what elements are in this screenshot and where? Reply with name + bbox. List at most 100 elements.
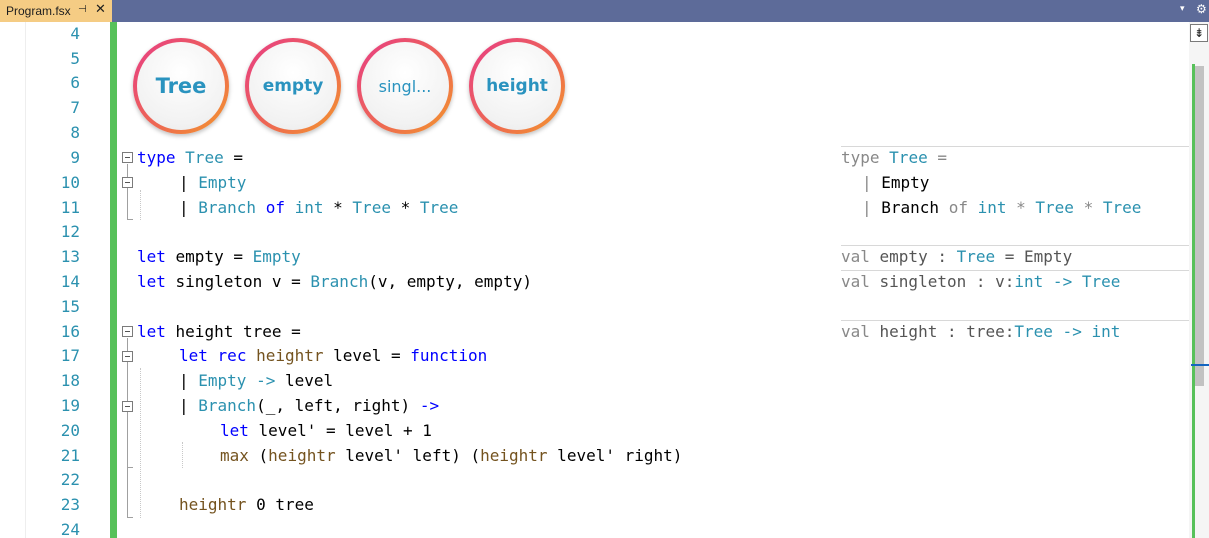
function-name: max	[220, 446, 249, 465]
code-text: (_, left, right)	[256, 396, 420, 415]
signature-type: int	[1091, 322, 1121, 341]
signature-case-name: Branch	[881, 198, 940, 217]
fold-toggle-union[interactable]	[122, 177, 133, 188]
signature-case-branch: | Branch of int * Tree * Tree	[862, 198, 1141, 218]
type-name: Empty	[198, 173, 247, 192]
indent-guide	[182, 442, 183, 468]
line-number: 22	[60, 470, 80, 489]
badge-label: singl...	[378, 76, 432, 96]
badge-empty[interactable]: empty	[245, 38, 341, 134]
fold-guide-end	[127, 517, 133, 518]
tab-title: Program.fsx	[6, 4, 71, 18]
code-line-9[interactable]: type Tree =	[137, 148, 243, 168]
signature-val-empty: val empty : Tree = Empty	[841, 247, 1072, 267]
line-number: 11	[60, 198, 80, 217]
signature-text: |	[862, 173, 882, 192]
signature-val-singleton: val singleton : v:int -> Tree	[841, 272, 1120, 292]
signature-type: Tree	[889, 148, 928, 167]
type-name: int	[294, 198, 324, 217]
badge-label: empty	[262, 76, 324, 96]
pin-icon[interactable]: ⊣	[78, 4, 87, 15]
signature-text: empty :	[879, 247, 957, 266]
line-number: 8	[70, 123, 80, 142]
code-text: (v, empty, empty)	[368, 272, 532, 291]
type-name: Tree	[352, 198, 391, 217]
type-name: Branch	[310, 272, 369, 291]
signature-val-height: val height : tree:Tree -> int	[841, 322, 1120, 342]
badge-tree[interactable]: Tree	[133, 38, 229, 134]
glyph-margin	[0, 22, 26, 538]
indent-guide	[140, 368, 141, 518]
code-line-23[interactable]: heightr 0 tree	[179, 495, 314, 515]
function-name: heightr	[480, 446, 548, 465]
signature-type: Tree	[956, 247, 996, 266]
signature-text: val	[841, 272, 880, 291]
code-text: (	[248, 446, 269, 465]
keyword: rec	[217, 346, 247, 365]
fold-guide-end	[127, 467, 133, 468]
settings-gear-icon[interactable]: ⚙	[1196, 2, 1207, 16]
signature-type: Tree	[1035, 198, 1074, 217]
keyword: of	[265, 198, 285, 217]
type-name: Empty	[252, 247, 301, 266]
signature-type: Tree	[1014, 322, 1053, 341]
keyword: function	[410, 346, 488, 365]
type-name: Branch	[198, 198, 257, 217]
badge-singleton[interactable]: singl...	[357, 38, 453, 134]
fold-toggle-type-tree[interactable]	[122, 152, 133, 163]
code-text: *	[323, 198, 353, 217]
signature-text: val	[841, 247, 880, 266]
signature-text: ->	[1052, 322, 1092, 341]
close-icon[interactable]: ✕	[95, 2, 106, 17]
signature-text: Empty	[1024, 247, 1073, 266]
code-line-19[interactable]: | Branch(_, left, right) ->	[179, 396, 439, 416]
fold-toggle-let-height[interactable]	[122, 326, 133, 337]
signature-separator	[841, 270, 1189, 271]
indent-guide	[140, 190, 141, 220]
function-name: heightr	[179, 495, 247, 514]
code-line-11[interactable]: | Branch of int * Tree * Tree	[179, 198, 458, 218]
line-number: 13	[60, 247, 80, 266]
code-text: level =	[323, 346, 411, 365]
change-tracking-bar	[110, 22, 117, 538]
code-line-10[interactable]: | Empty	[179, 173, 246, 193]
tab-program-fsx[interactable]: Program.fsx ⊣ ✕	[0, 0, 112, 22]
fold-guide-end	[127, 219, 133, 220]
signature-type: int	[977, 198, 1007, 217]
code-editor[interactable]: 4 5 6 7 8 9 10 11 12 13 14 15 16 17 18 1…	[0, 22, 1209, 538]
code-line-21[interactable]: max (heightr level' left) (heightr level…	[220, 446, 682, 466]
signature-type-tree: type Tree =	[841, 148, 947, 168]
tab-dropdown-icon[interactable]: ▾	[1180, 4, 1185, 14]
signature-case-empty: | Empty	[862, 173, 929, 193]
code-text: level' right)	[547, 446, 683, 465]
split-editor-icon[interactable]: ⇟	[1190, 24, 1208, 42]
fold-toggle-branch-case[interactable]	[122, 401, 133, 412]
line-number: 17	[60, 346, 80, 365]
line-number: 18	[60, 371, 80, 390]
code-line-16[interactable]: let height tree =	[137, 322, 301, 342]
line-number: 24	[60, 520, 80, 538]
code-text: height tree =	[165, 322, 301, 341]
type-name: Branch	[198, 396, 257, 415]
code-text: singleton v =	[165, 272, 311, 291]
signature-text: singleton : v:	[879, 272, 1015, 291]
signature-text: val	[841, 322, 880, 341]
arrow-operator: ->	[246, 371, 276, 390]
line-number: 5	[70, 49, 80, 68]
code-text: |	[179, 371, 199, 390]
code-line-14[interactable]: let singleton v = Branch(v, empty, empty…	[137, 272, 532, 292]
code-line-18[interactable]: | Empty -> level	[179, 371, 333, 391]
function-name: heightr	[268, 446, 336, 465]
code-line-20[interactable]: let level' = level + 1	[220, 421, 432, 441]
badge-height[interactable]: height	[469, 38, 565, 134]
type-name: Tree	[185, 148, 224, 167]
fold-guide	[127, 338, 128, 518]
signature-text: =	[995, 247, 1025, 266]
fold-toggle-let-rec[interactable]	[122, 351, 133, 362]
code-text: level' left) (	[335, 446, 481, 465]
code-line-13[interactable]: let empty = Empty	[137, 247, 301, 267]
line-number: 7	[70, 98, 80, 117]
signature-text: ->	[1043, 272, 1082, 291]
code-line-17[interactable]: let rec heightr level = function	[179, 346, 487, 366]
scrollbar-thumb[interactable]	[1195, 66, 1204, 386]
